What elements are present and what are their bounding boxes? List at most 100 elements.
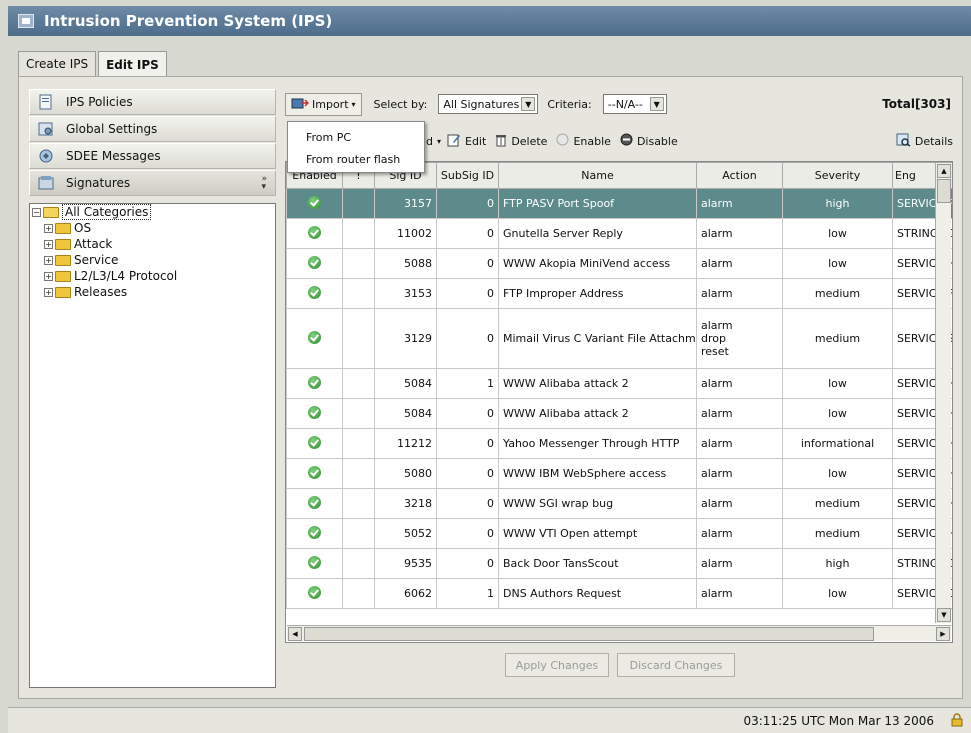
tree-node-label: L2/L3/L4 Protocol	[74, 269, 178, 283]
vertical-scrollbar[interactable]: ▲ ▼	[935, 163, 951, 623]
sidebar-item-ips-policies[interactable]: IPS Policies	[29, 89, 276, 115]
subsig-id-cell: 0	[436, 428, 499, 459]
tree-node-label: Attack	[74, 237, 113, 251]
delete-button[interactable]: Delete	[495, 133, 547, 150]
discard-changes-button[interactable]: Discard Changes	[617, 653, 735, 677]
table-row[interactable]: 5080 0 WWW IBM WebSphere access alarm low SER…	[286, 458, 952, 489]
subsig-id-cell: 0	[436, 458, 499, 489]
tree-node-releases[interactable]: + Releases	[30, 284, 275, 300]
severity-cell: high	[782, 188, 893, 219]
enabled-cell	[286, 188, 343, 219]
menu-item-from-router-flash[interactable]: From router flash	[288, 148, 424, 170]
severity-cell: high	[782, 548, 893, 579]
scroll-thumb[interactable]	[304, 627, 874, 641]
severity-cell: low	[782, 578, 893, 609]
import-menu: From PC From router flash	[287, 121, 425, 173]
sidebar-item-sdee-messages[interactable]: SDEE Messages	[29, 143, 276, 169]
import-label: Import	[312, 97, 349, 111]
sidebar-item-signatures[interactable]: Signatures » ▾	[29, 170, 276, 196]
expand-tree-icon[interactable]: +	[44, 271, 53, 281]
action-cell: alarm	[696, 518, 783, 549]
severity-cell: low	[782, 368, 893, 399]
sidebar-item-label: Signatures	[66, 176, 131, 190]
table-row[interactable]: 3129 0 Mimail Virus C Variant File Attachm…	[286, 308, 952, 369]
action-cell: alarm	[696, 398, 783, 429]
action-cell: alarm	[696, 278, 783, 309]
details-label: Details	[914, 134, 953, 148]
chevron-down-icon: ▼	[521, 97, 536, 111]
table-row[interactable]: 3153 0 FTP Improper Address alarm medium SERV…	[286, 278, 952, 309]
scroll-left-icon[interactable]: ◀	[288, 627, 302, 641]
import-button[interactable]: Import ▾	[285, 92, 362, 116]
delete-label: Delete	[511, 134, 548, 148]
menu-item-from-pc[interactable]: From PC	[288, 126, 424, 148]
subsig-id-cell: 1	[436, 368, 499, 399]
enabled-cell	[286, 458, 343, 489]
action-cell: alarm	[696, 368, 783, 399]
table-row[interactable]: 11212 0 Yahoo Messenger Through HTTP alarm i…	[286, 428, 952, 459]
scroll-right-icon[interactable]: ▶	[936, 627, 950, 641]
folder-icon	[55, 222, 71, 234]
window-title: Intrusion Prevention System (IPS)	[44, 12, 333, 30]
enable-icon	[556, 133, 569, 149]
sidebar-item-label: Global Settings	[66, 122, 158, 136]
trash-icon	[495, 133, 507, 150]
tree-node-attack[interactable]: + Attack	[30, 236, 275, 252]
scroll-up-icon[interactable]: ▲	[937, 164, 951, 178]
column-header-action[interactable]: Action	[696, 162, 783, 189]
column-header-subsig-id[interactable]: SubSig ID	[436, 162, 499, 189]
criteria-dropdown[interactable]: --N/A-- ▼	[602, 94, 667, 114]
column-header-severity[interactable]: Severity	[782, 162, 893, 189]
expand-tree-icon[interactable]: +	[44, 239, 53, 249]
subsig-id-cell: 0	[436, 278, 499, 309]
enabled-cell	[286, 518, 343, 549]
table-row[interactable]: 95350Back Door TansScoutalarmhighSTRING.…	[286, 548, 952, 579]
name-cell: DNS Authors Request	[498, 578, 697, 609]
expand-tree-icon[interactable]: +	[44, 255, 53, 265]
severity-cell: medium	[782, 278, 893, 309]
action-cell: alarm	[696, 188, 783, 219]
table-row[interactable]: 5088 0 WWW Akopia MiniVend access alarm low S…	[286, 248, 952, 279]
table-row[interactable]: 31570FTP PASV Port SpoofalarmhighSERVICE…	[286, 188, 952, 219]
enable-button[interactable]: Enable	[556, 133, 611, 149]
tree-node-label: Service	[74, 253, 119, 267]
tab-create-ips[interactable]: Create IPS	[18, 51, 97, 76]
tree-node-service[interactable]: + Service	[30, 252, 275, 268]
flag-cell	[342, 428, 375, 459]
apply-changes-button[interactable]: Apply Changes	[505, 653, 609, 677]
enabled-check-icon	[308, 435, 321, 449]
folder-open-icon	[43, 206, 59, 218]
table-row[interactable]: 60621DNS Authors RequestalarmlowSERVICE.…	[286, 578, 952, 609]
expand-tree-icon[interactable]: +	[44, 223, 53, 233]
enabled-cell	[286, 308, 343, 369]
table-row[interactable]: 5052 0 WWW VTI Open attempt alarm medium SERV…	[286, 518, 952, 549]
horizontal-scrollbar[interactable]: ◀ ▶	[287, 625, 951, 641]
tree-node-protocol[interactable]: + L2/L3/L4 Protocol	[30, 268, 275, 284]
tab-edit-ips[interactable]: Edit IPS	[98, 51, 167, 77]
scroll-thumb[interactable]	[937, 179, 951, 203]
column-header-name[interactable]: Name	[498, 162, 697, 189]
disable-button[interactable]: Disable	[620, 133, 678, 149]
collapse-tree-icon[interactable]: −	[32, 207, 41, 217]
table-row[interactable]: 50841WWW Alibaba attack 2alarmlowSERVICE…	[286, 368, 952, 399]
tree-node-os[interactable]: + OS	[30, 220, 275, 236]
subsig-id-cell: 0	[436, 548, 499, 579]
name-cell: Back Door TansScout	[498, 548, 697, 579]
select-by-dropdown[interactable]: All Signatures ▼	[438, 94, 539, 114]
sidebar-item-label: IPS Policies	[66, 95, 133, 109]
edit-button[interactable]: Edit	[447, 133, 486, 150]
enabled-cell	[286, 548, 343, 579]
table-row[interactable]: 32180WWW SGI wrap bugalarmmediumSERVICE.…	[286, 488, 952, 519]
table-row[interactable]: 50840WWW Alibaba attack 2alarmlowSERVICE…	[286, 398, 952, 429]
scroll-down-icon[interactable]: ▼	[937, 608, 951, 622]
ips-app-icon	[18, 14, 34, 28]
add-button[interactable]: d ▾	[426, 135, 441, 148]
details-button[interactable]: Details	[896, 133, 955, 150]
table-row[interactable]: 11002 0 Gnutella Server Reply alarm low STRIN…	[286, 218, 952, 249]
subsig-id-cell: 0	[436, 518, 499, 549]
collapse-icon[interactable]: » ▾	[261, 175, 267, 192]
expand-tree-icon[interactable]: +	[44, 287, 53, 297]
select-by-value: All Signatures	[443, 97, 520, 111]
sidebar-item-global-settings[interactable]: Global Settings	[29, 116, 276, 142]
tree-node-root[interactable]: − All Categories	[30, 204, 275, 220]
